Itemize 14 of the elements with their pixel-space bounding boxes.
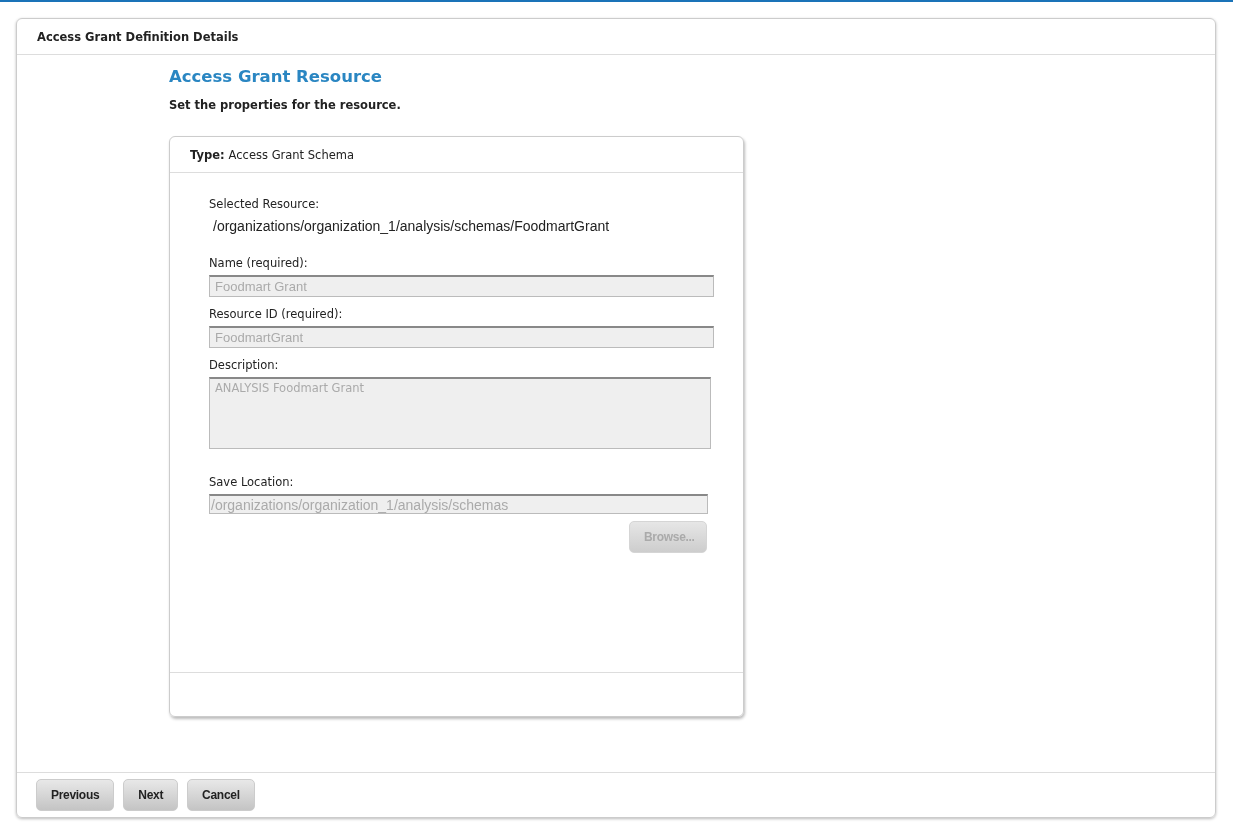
cancel-button[interactable]: Cancel <box>187 779 255 811</box>
resource-path: /organizations/organization_1/analysis/schemas/FoodmartGrant <box>213 218 610 234</box>
type-value: Access Grant Schema <box>228 147 354 162</box>
previous-button[interactable]: Previous <box>36 779 115 811</box>
next-button[interactable]: Next <box>123 779 179 811</box>
field-label: Name (required): <box>209 256 308 270</box>
type-label: Type: <box>190 147 225 162</box>
instruction-text: Set the properties for the resource. <box>169 98 402 112</box>
section-heading: Access Grant Resource <box>169 67 383 86</box>
field-label: Selected Resource: <box>209 197 320 211</box>
field-label: Description: <box>209 358 279 372</box>
field-label: Save Location: <box>209 475 294 489</box>
field-label: Resource ID (required): <box>209 307 343 321</box>
panel-title: Access Grant Definition Details <box>37 29 239 44</box>
